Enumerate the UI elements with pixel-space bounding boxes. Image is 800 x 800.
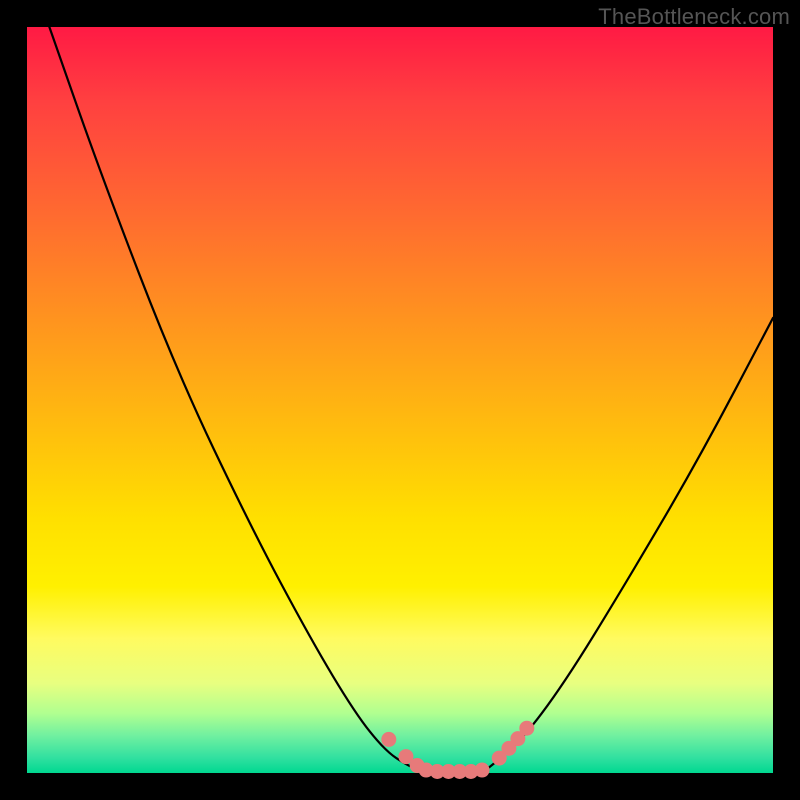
right-curve-path xyxy=(482,318,773,773)
chart-frame: TheBottleneck.com xyxy=(0,0,800,800)
marker-dot xyxy=(519,721,534,736)
bottleneck-curve xyxy=(49,27,773,773)
marker-dot xyxy=(475,763,490,778)
marker-dot xyxy=(381,732,396,747)
left-curve-path xyxy=(49,27,426,773)
watermark-label: TheBottleneck.com xyxy=(598,4,790,30)
curve-layer xyxy=(27,27,773,773)
marker-layer xyxy=(381,721,534,779)
